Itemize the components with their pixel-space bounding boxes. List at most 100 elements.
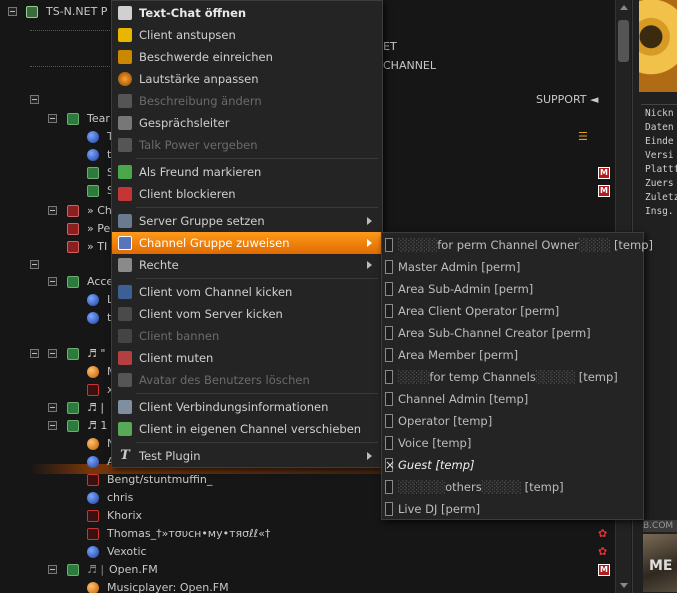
channel-prefix: ♬ |: [87, 563, 105, 576]
client-name: Vexotic: [107, 545, 147, 558]
menu-item-delete-avatar[interactable]: Avatar des Benutzers löschen: [112, 369, 382, 391]
menu-item-change-description[interactable]: Beschreibung ändern: [112, 90, 382, 112]
menu-item-talk-power[interactable]: Talk Power vergeben: [112, 134, 382, 156]
submenu-arrow-icon: [367, 261, 372, 269]
menu-item-server-group[interactable]: Server Gruppe setzen: [112, 210, 382, 232]
channel-icon: [87, 167, 99, 179]
checkbox[interactable]: [385, 348, 393, 362]
submenu-item-channel-group[interactable]: ░░░░░for perm Channel Owner░░░░ [temp]: [382, 234, 653, 256]
avatar: [639, 0, 677, 92]
volume-icon: [118, 72, 132, 86]
submenu-item-channel-group[interactable]: Operator [temp]: [382, 410, 643, 432]
submenu-item-channel-group[interactable]: ░░░░░░others░░░░░ [temp]: [382, 476, 643, 498]
group-type: [temp]: [524, 480, 564, 494]
group-icon: ☰: [578, 130, 588, 143]
channel-icon: [67, 241, 79, 253]
info-field-label: Versi: [645, 150, 674, 161]
submenu-item-channel-group[interactable]: Area Client Operator [perm]: [382, 300, 643, 322]
submenu-item-channel-group[interactable]: Live DJ [perm]: [382, 498, 643, 520]
plugin-icon: T: [120, 448, 130, 463]
submenu-item-channel-group[interactable]: Area Member [perm]: [382, 344, 643, 366]
channel-icon: [67, 223, 79, 235]
menu-item-ban[interactable]: Client bannen: [112, 325, 382, 347]
collapse-toggle[interactable]: [48, 421, 57, 430]
server-group-icon: [118, 214, 132, 228]
priority-speaker-icon: [118, 116, 132, 130]
submenu-item-channel-group[interactable]: Area Sub-Channel Creator [perm]: [382, 322, 643, 344]
menu-item-mute[interactable]: Client muten: [112, 347, 382, 369]
info-field-label: Zuletz: [645, 192, 677, 203]
client-row[interactable]: Vexotic ✿: [0, 543, 630, 561]
checkbox-checked[interactable]: [385, 454, 395, 476]
checkbox[interactable]: [385, 436, 393, 450]
collapse-toggle[interactable]: [48, 565, 57, 574]
submenu-item-label: Guest [temp]: [398, 458, 475, 472]
channel-commander-icon: ✿: [598, 527, 608, 540]
checkbox[interactable]: [385, 326, 393, 340]
menu-separator: [136, 158, 378, 159]
client-row[interactable]: Musicplayer: Open.FM: [0, 579, 630, 593]
muted-icon: [87, 384, 99, 396]
submenu-item-channel-group-selected[interactable]: Guest [temp]: [382, 454, 643, 476]
collapse-toggle[interactable]: [48, 277, 57, 286]
collapse-toggle[interactable]: [30, 95, 39, 104]
info-field-label: Insg.: [645, 206, 674, 217]
muted-icon: [87, 474, 99, 486]
menu-item-test-plugin[interactable]: T Test Plugin: [112, 445, 382, 467]
submenu-item-channel-group[interactable]: Area Sub-Admin [perm]: [382, 278, 643, 300]
submenu-item-label: Master Admin [perm]: [398, 260, 521, 274]
group-type: [temp]: [613, 238, 653, 252]
menu-item-permissions[interactable]: Rechte: [112, 254, 382, 276]
channel-row[interactable]: ♬ | Open.FM M: [0, 561, 630, 579]
scroll-down-icon[interactable]: [620, 583, 628, 588]
checkbox[interactable]: [385, 282, 393, 296]
collapse-toggle[interactable]: [8, 7, 17, 16]
collapse-toggle[interactable]: [48, 114, 57, 123]
menu-separator: [136, 442, 378, 443]
ban-icon: [118, 329, 132, 343]
channel-label: ♬ ": [87, 347, 106, 360]
submenu-item-channel-group[interactable]: Voice [temp]: [382, 432, 643, 454]
checkbox[interactable]: [385, 238, 393, 252]
submenu-item-channel-group[interactable]: Channel Admin [temp]: [382, 388, 643, 410]
checkbox[interactable]: [385, 392, 393, 406]
menu-item-block-client[interactable]: Client blockieren: [112, 183, 382, 205]
menu-item-open-chat[interactable]: Text-Chat öffnen: [112, 2, 382, 24]
client-status-icon: [87, 294, 99, 306]
checkbox[interactable]: [385, 502, 393, 516]
menu-item-complaint[interactable]: Beschwerde einreichen: [112, 46, 382, 68]
submenu-arrow-icon: [367, 452, 372, 460]
collapse-toggle[interactable]: [30, 349, 39, 358]
menu-item-volume[interactable]: Lautstärke anpassen: [112, 68, 382, 90]
checkbox[interactable]: [385, 260, 393, 274]
menu-item-kick-channel[interactable]: Client vom Channel kicken: [112, 281, 382, 303]
collapse-toggle[interactable]: [30, 260, 39, 269]
scroll-thumb[interactable]: [618, 20, 629, 62]
checkbox[interactable]: [385, 370, 393, 384]
connection-info-icon: [118, 400, 132, 414]
channel-icon: [67, 420, 79, 432]
menu-item-channel-group[interactable]: Channel Gruppe zuweisen: [112, 232, 382, 254]
menu-item-connection-info[interactable]: Client Verbindungsinformationen: [112, 396, 382, 418]
moderator-badge-icon: M: [598, 564, 610, 576]
submenu-item-channel-group[interactable]: Master Admin [perm]: [382, 256, 643, 278]
client-row[interactable]: Thomas_†»тσυcн•мy•тяσℓℓ«† ✿: [0, 525, 630, 543]
move-client-icon: [118, 422, 132, 436]
menu-item-move-client[interactable]: Client in eigenen Channel verschieben: [112, 418, 382, 440]
menu-item-priority-speaker[interactable]: Gesprächsleiter: [112, 112, 382, 134]
collapse-toggle[interactable]: [48, 206, 57, 215]
checkbox[interactable]: [385, 304, 393, 318]
info-field-label: Daten: [645, 122, 674, 133]
submenu-item-label: Area Sub-Channel Creator [perm]: [398, 326, 591, 340]
submenu-arrow-icon: [367, 239, 372, 247]
collapse-toggle[interactable]: [48, 349, 57, 358]
menu-item-poke[interactable]: Client anstupsen: [112, 24, 382, 46]
submenu-item-channel-group[interactable]: ░░░░for temp Channels░░░░░ [temp]: [382, 366, 643, 388]
checkbox[interactable]: [385, 414, 393, 428]
checkbox[interactable]: [385, 480, 393, 494]
menu-item-add-friend[interactable]: Als Freund markieren: [112, 161, 382, 183]
channel-label: » Pe: [87, 222, 111, 235]
scroll-up-icon[interactable]: [620, 5, 628, 10]
menu-item-kick-server[interactable]: Client vom Server kicken: [112, 303, 382, 325]
collapse-toggle[interactable]: [48, 403, 57, 412]
